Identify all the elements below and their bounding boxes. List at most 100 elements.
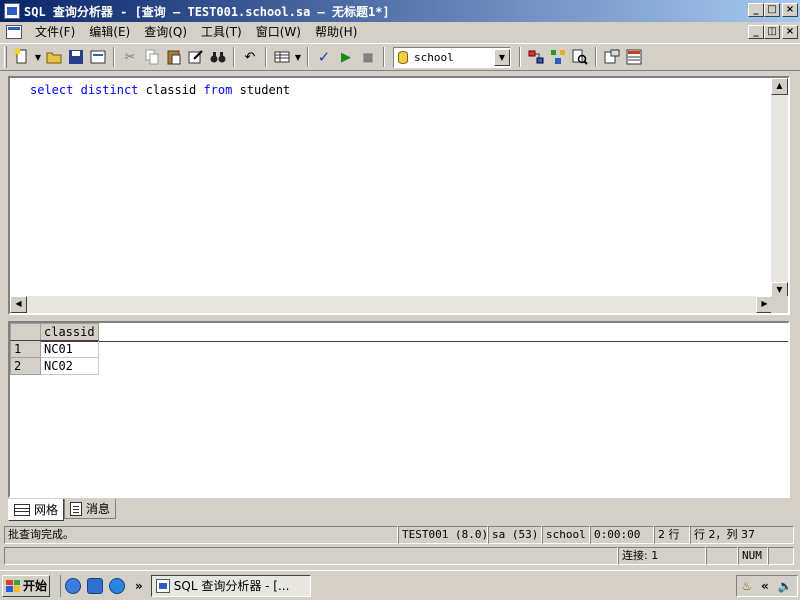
toolbar-separator <box>595 47 597 67</box>
tab-grid[interactable]: 网格 <box>8 499 65 521</box>
mdi-close-button[interactable]: × <box>782 25 798 39</box>
windows-logo-icon <box>6 579 20 592</box>
cancel-query-stop-icon[interactable]: ■ <box>357 46 379 68</box>
toolbar: ▼ ✂ ↶ ▼ ✓ ▶ ■ school ▼ <box>0 43 800 71</box>
row-number[interactable]: 1 <box>10 340 41 358</box>
menu-help[interactable]: 帮助(H) <box>308 23 364 41</box>
row-header-corner[interactable] <box>10 323 41 341</box>
mdi-minimize-button[interactable]: _ <box>748 25 764 39</box>
taskbar-item-query-analyzer[interactable]: SQL 查询分析器 - [... <box>150 574 311 597</box>
show-server-trace-icon[interactable] <box>547 46 569 68</box>
header-row: classid <box>10 323 99 341</box>
new-query-dropdown-icon[interactable]: ▼ <box>33 46 43 68</box>
sql-keyword: from <box>203 83 233 97</box>
toolbar-separator <box>519 47 521 67</box>
table-row[interactable]: 1 NC01 <box>10 340 99 358</box>
sql-server-service-icon[interactable]: ♨ <box>741 579 752 593</box>
status-cursor-position: 行 2，列 37 <box>690 526 794 544</box>
status-database: school <box>542 526 590 544</box>
table-row[interactable]: 2 NC02 <box>10 357 99 375</box>
database-selector[interactable]: school ▼ <box>393 46 511 68</box>
menu-window[interactable]: 窗口(W) <box>249 23 308 41</box>
quick-launch: » <box>60 574 143 597</box>
save-icon[interactable] <box>65 46 87 68</box>
menu-bar: 文件(F) 编辑(E) 查询(Q) 工具(T) 窗口(W) 帮助(H) _ ◫ … <box>0 22 800 42</box>
editor-vertical-scrollbar[interactable]: ▲ ▼ <box>771 78 788 299</box>
show-desktop-icon[interactable] <box>65 577 81 594</box>
tab-messages-label: 消息 <box>86 502 111 516</box>
edit-icon[interactable] <box>185 46 207 68</box>
status-connections: 连接: 1 <box>618 547 706 565</box>
undo-icon[interactable]: ↶ <box>239 46 261 68</box>
column-header-classid[interactable]: classid <box>40 323 99 341</box>
menu-tools[interactable]: 工具(T) <box>194 23 249 41</box>
taskbar-item-label: SQL 查询分析器 - [... <box>173 579 290 593</box>
toolbar-separator <box>307 47 309 67</box>
show-results-pane-icon[interactable] <box>623 46 645 68</box>
table-cell[interactable]: NC01 <box>40 340 99 358</box>
start-button-label: 开始 <box>23 579 48 593</box>
execute-query-play-icon[interactable]: ▶ <box>335 46 357 68</box>
results-table: classid 1 NC01 2 NC02 <box>10 323 99 375</box>
toolbar-separator <box>383 47 385 67</box>
grid-icon <box>14 503 30 516</box>
status-user: sa (53) <box>488 526 542 544</box>
table-cell[interactable]: NC02 <box>40 357 99 375</box>
new-query-icon[interactable] <box>11 46 33 68</box>
tab-messages[interactable]: 消息 <box>64 499 117 519</box>
scrollbar-corner <box>771 296 788 313</box>
status-blank <box>4 547 618 565</box>
status-message: 批查询完成。 <box>4 526 398 544</box>
query-editor[interactable]: select distinct classid from student ▲ ▼… <box>8 76 790 315</box>
object-browser-icon[interactable] <box>601 46 623 68</box>
mdi-restore-button[interactable]: ◫ <box>764 25 780 39</box>
parse-query-checkmark-icon[interactable]: ✓ <box>313 46 335 68</box>
chevron-down-icon[interactable]: ▼ <box>494 48 510 66</box>
sql-keyword: distinct <box>80 83 139 97</box>
query-analyzer-icon[interactable] <box>4 3 20 19</box>
volume-icon[interactable]: 🔈 <box>778 579 793 593</box>
results-mode-icon[interactable] <box>271 46 293 68</box>
database-selector-value: school <box>414 50 454 64</box>
scroll-left-arrow-icon[interactable]: ◀ <box>10 296 27 313</box>
status-blank <box>768 547 794 565</box>
header-divider <box>10 341 788 342</box>
open-folder-icon[interactable] <box>43 46 65 68</box>
copy-icon[interactable] <box>141 46 163 68</box>
outlook-express-icon[interactable] <box>87 577 103 594</box>
query-text[interactable]: select distinct classid from student <box>30 83 290 97</box>
close-button[interactable]: × <box>782 3 798 17</box>
object-search-icon[interactable] <box>569 46 591 68</box>
database-icon <box>398 50 408 64</box>
execution-plan-icon[interactable] <box>525 46 547 68</box>
maximize-button[interactable]: □ <box>764 3 780 17</box>
start-button[interactable]: 开始 <box>2 574 50 597</box>
status-blank <box>706 547 738 565</box>
app-status-bar: 连接: 1 NUM <box>0 546 800 566</box>
minimize-button[interactable]: _ <box>748 3 764 17</box>
tray-expand-icon[interactable]: « <box>761 579 769 593</box>
find-binoculars-icon[interactable] <box>207 46 229 68</box>
editor-horizontal-scrollbar[interactable]: ◀ ▶ <box>10 296 773 313</box>
scroll-up-arrow-icon[interactable]: ▲ <box>771 78 788 95</box>
sql-keyword: select <box>30 83 74 97</box>
quick-launch-more-icon[interactable]: » <box>135 579 143 593</box>
status-num-lock: NUM <box>738 547 768 565</box>
load-script-icon[interactable] <box>87 46 109 68</box>
sql-identifier: classid <box>145 83 197 97</box>
status-elapsed-time: 0:00:00 <box>590 526 654 544</box>
results-grid[interactable]: classid 1 NC01 2 NC02 <box>8 321 790 498</box>
menu-file[interactable]: 文件(F) <box>28 23 82 41</box>
tab-grid-label: 网格 <box>34 503 59 517</box>
paste-icon[interactable] <box>163 46 185 68</box>
toolbar-grip[interactable] <box>4 46 7 68</box>
results-mode-dropdown-icon[interactable]: ▼ <box>293 46 303 68</box>
cut-icon[interactable]: ✂ <box>119 46 141 68</box>
document-icon[interactable] <box>6 25 22 39</box>
menu-query[interactable]: 查询(Q) <box>137 23 194 41</box>
status-server: TEST001 (8.0) <box>398 526 488 544</box>
internet-explorer-icon[interactable] <box>109 577 125 594</box>
menu-edit[interactable]: 编辑(E) <box>82 23 137 41</box>
row-number[interactable]: 2 <box>10 357 41 375</box>
mdi-controls: _ ◫ × <box>748 25 798 39</box>
